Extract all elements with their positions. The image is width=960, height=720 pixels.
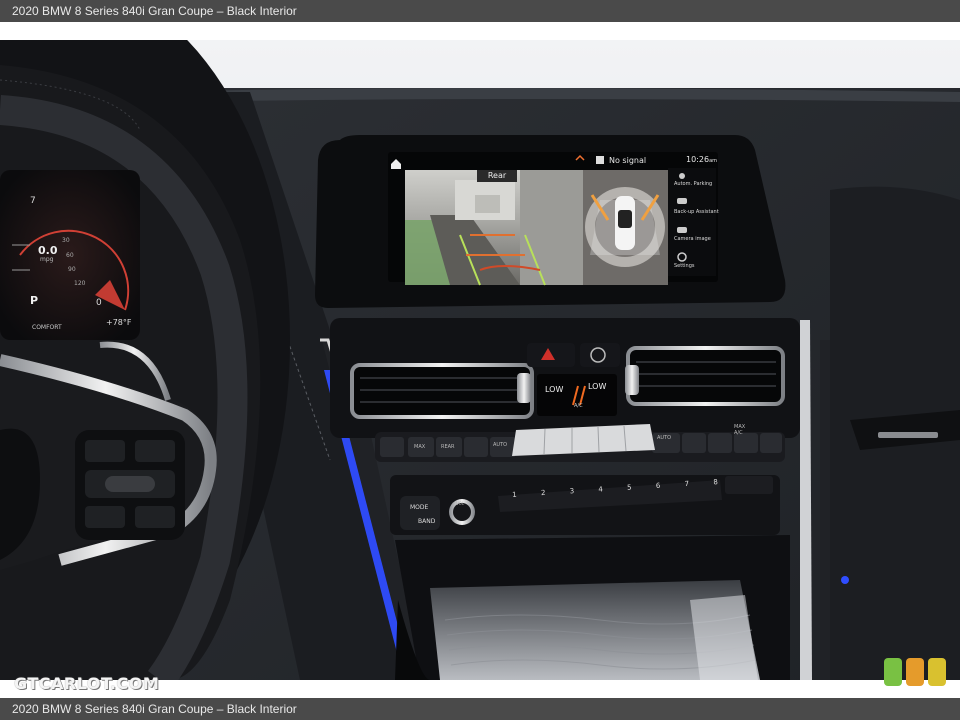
- camera-label: Rear: [477, 170, 517, 182]
- cluster-scale-60: 60: [66, 252, 74, 259]
- logo-block-yellow: [928, 658, 946, 686]
- climate-auto-right-button[interactable]: AUTO: [657, 435, 671, 441]
- logo-block-orange: [906, 658, 924, 686]
- climate-max-ac-button[interactable]: MAX A/C: [734, 424, 752, 436]
- radio-band-button[interactable]: BAND: [418, 518, 435, 525]
- climate-max-button[interactable]: MAX: [414, 444, 425, 450]
- preset-button-2[interactable]: 2: [541, 489, 546, 501]
- cluster-scale-30: 30: [62, 237, 70, 244]
- screen-time-value: 10:26: [686, 155, 710, 164]
- logo-block-green: [884, 658, 902, 686]
- preset-button-3[interactable]: 3: [569, 487, 574, 499]
- climate-left-temp: LOW: [545, 385, 564, 394]
- cluster-scale-90: 90: [68, 266, 76, 273]
- photo: No signal 10:26am Rear Autom. Parking Ba…: [0, 40, 960, 680]
- preset-button-6[interactable]: 6: [656, 482, 661, 494]
- watermark: GTCARLOT.COM: [14, 674, 160, 693]
- screen-status-time: 10:26am: [686, 155, 717, 164]
- site-logo: [884, 658, 946, 688]
- menu-item-settings[interactable]: Settings: [674, 263, 720, 283]
- cluster-scale-120: 120: [74, 280, 86, 287]
- screen-menu: Autom. Parking Back-up Assistant Camera …: [674, 181, 720, 283]
- radio-vol-label: VOL: [456, 501, 465, 506]
- menu-item-autom-parking[interactable]: Autom. Parking: [674, 181, 720, 209]
- menu-item-backup-assistant[interactable]: Back-up Assistant: [674, 209, 720, 236]
- climate-ac-label: A/C: [574, 403, 583, 409]
- cluster-gear: P: [30, 294, 39, 307]
- climate-rear-button[interactable]: REAR: [441, 444, 455, 450]
- preset-button-5[interactable]: 5: [627, 483, 632, 495]
- menu-item-camera-image[interactable]: Camera image: [674, 236, 720, 263]
- preset-button-7[interactable]: 7: [684, 480, 689, 492]
- cluster-temp: +78°F: [106, 318, 132, 327]
- caption-bottom: 2020 BMW 8 Series 840i Gran Coupe – Blac…: [0, 698, 960, 720]
- radio-mode-button[interactable]: MODE: [410, 504, 428, 511]
- cluster-top-value: 7: [30, 196, 36, 206]
- cluster-mode: COMFORT: [32, 324, 62, 331]
- caption-top: 2020 BMW 8 Series 840i Gran Coupe – Blac…: [0, 0, 960, 22]
- screen-status-signal: No signal: [609, 156, 647, 165]
- climate-right-temp: LOW: [588, 382, 607, 391]
- cluster-speed-unit: mpg: [40, 256, 54, 263]
- screen-time-suffix: am: [709, 158, 717, 164]
- cluster-gear-value: 0: [96, 298, 102, 308]
- preset-button-1[interactable]: 1: [512, 491, 517, 503]
- preset-button-8[interactable]: 8: [713, 478, 718, 490]
- preset-button-4[interactable]: 4: [598, 485, 603, 497]
- climate-auto-left-button[interactable]: AUTO: [493, 442, 507, 448]
